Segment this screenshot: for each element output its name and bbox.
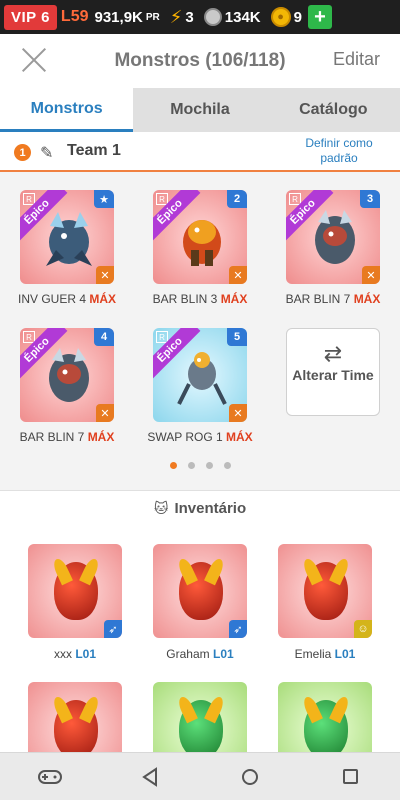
slot-number-badge: 2	[227, 190, 247, 208]
team-name: Team 1	[67, 142, 121, 159]
food-resource: 134K	[203, 8, 261, 26]
element-icon: ✕	[229, 404, 247, 422]
monster-caption: BAR BLIN 3 MÁX	[152, 292, 248, 306]
status-bar: VIP 6 L59 931,9K PR ⚡ 3 134K ● 9 +	[0, 0, 400, 34]
monster-sprite	[315, 210, 355, 264]
element-icon: ➶	[104, 620, 122, 638]
tab-monstros[interactable]: Monstros	[0, 88, 134, 132]
element-icon: ✕	[229, 266, 247, 284]
energy-resource: ⚡ 3	[170, 7, 194, 28]
swap-arrows-icon: ⇄	[323, 341, 343, 366]
slot-number-badge: 3	[360, 190, 380, 208]
monster-sprite	[46, 212, 92, 266]
page-dot[interactable]	[187, 462, 195, 469]
inventory-caption: Emelia L01	[294, 647, 356, 661]
gold-coin-icon: ●	[270, 7, 291, 27]
team-monster-card[interactable]: R Épico ★ ✕	[20, 190, 114, 284]
change-team-label: Alterar Time	[292, 367, 374, 383]
page-dot[interactable]	[205, 462, 213, 469]
edit-button[interactable]: Editar	[333, 49, 380, 70]
add-gold-button[interactable]: +	[307, 5, 332, 29]
team-header: 1 ✎ Team 1 Definir como padrão	[0, 132, 400, 172]
monster-caption: INV GUER 4 MÁX	[17, 292, 117, 306]
element-icon: ☺	[354, 620, 372, 638]
inventory-monster-card[interactable]	[153, 682, 247, 752]
horn-decoration	[204, 556, 226, 586]
element-icon: ➶	[229, 620, 247, 638]
inventory-monster-card[interactable]	[278, 682, 372, 752]
pencil-icon[interactable]: ✎	[40, 143, 53, 163]
gamepad-icon[interactable]	[30, 757, 70, 797]
monster-caption: BAR BLIN 7 MÁX	[19, 430, 115, 444]
monster-sprite	[183, 220, 221, 266]
slot-number-badge: 4	[94, 328, 114, 346]
inventory-grid: ➶ xxx L01 ➶ Graham L01 ☺ Emelia L01	[0, 526, 400, 752]
tab-catalogo[interactable]: Catálogo	[267, 88, 400, 132]
inventory-caption: Graham L01	[166, 647, 234, 661]
vip-badge[interactable]: VIP 6	[4, 4, 57, 30]
team-number-badge: 1	[14, 144, 31, 161]
monster-sprite	[49, 348, 89, 402]
player-level: L59	[60, 8, 89, 25]
page-dot[interactable]	[223, 462, 231, 469]
inventory-header: 🐱 Inventário	[0, 490, 400, 526]
gold-value: 9	[293, 8, 302, 26]
team-monster-card[interactable]: R Épico 4 ✕	[20, 328, 114, 422]
power-value: 931,9K	[94, 8, 143, 26]
energy-value: 3	[185, 8, 194, 26]
inventory-title: Inventário	[174, 500, 247, 517]
element-icon: ✕	[96, 266, 114, 284]
monster-sprite	[177, 352, 227, 405]
inventory-monster-card[interactable]: ➶	[153, 544, 247, 638]
team-monster-card[interactable]: R Épico 2 ✕	[153, 190, 247, 284]
horn-decoration	[79, 556, 101, 586]
element-icon: ✕	[96, 404, 114, 422]
page-indicator	[0, 462, 400, 469]
star-icon: ★	[94, 190, 114, 208]
inventory-caption: xxx L01	[53, 647, 97, 661]
tab-bar: Monstros Mochila Catálogo	[0, 88, 400, 132]
food-icon	[203, 8, 222, 26]
lightning-icon: ⚡	[169, 6, 183, 27]
inventory-monster-card[interactable]	[28, 682, 122, 752]
monster-caption: BAR BLIN 7 MÁX	[285, 292, 381, 306]
power-unit: PR	[145, 11, 160, 23]
team-monster-card[interactable]: R Épico 3 ✕	[286, 190, 380, 284]
page-dot[interactable]	[169, 462, 177, 469]
horn-decoration	[79, 694, 101, 724]
food-value: 134K	[224, 8, 261, 26]
monster-caption: SWAP ROG 1 MÁX	[147, 430, 253, 444]
horn-decoration	[329, 556, 351, 586]
inventory-monster-card[interactable]: ☺	[278, 544, 372, 638]
header: Monstros (106/118) Editar	[0, 34, 400, 88]
gold-resource: ● 9	[270, 7, 302, 27]
team-monster-card[interactable]: R Épico 5 ✕	[153, 328, 247, 422]
horn-decoration	[329, 694, 351, 724]
tab-mochila[interactable]: Mochila	[133, 88, 266, 132]
slot-number-badge: 5	[227, 328, 247, 346]
system-nav-bar	[0, 752, 400, 800]
element-icon: ✕	[362, 266, 380, 284]
change-team-button[interactable]: ⇄ Alterar Time	[286, 328, 380, 416]
inventory-monster-card[interactable]: ➶	[28, 544, 122, 638]
back-icon[interactable]	[130, 757, 170, 797]
horn-decoration	[204, 694, 226, 724]
cat-face-icon: 🐱	[153, 500, 169, 516]
home-icon[interactable]	[230, 757, 270, 797]
team-grid: R Épico ★ ✕ INV GUER 4 MÁX R Épico 2 ✕ B…	[0, 174, 400, 490]
set-default-link[interactable]: Definir como padrão	[294, 136, 384, 166]
recents-icon[interactable]	[330, 757, 370, 797]
